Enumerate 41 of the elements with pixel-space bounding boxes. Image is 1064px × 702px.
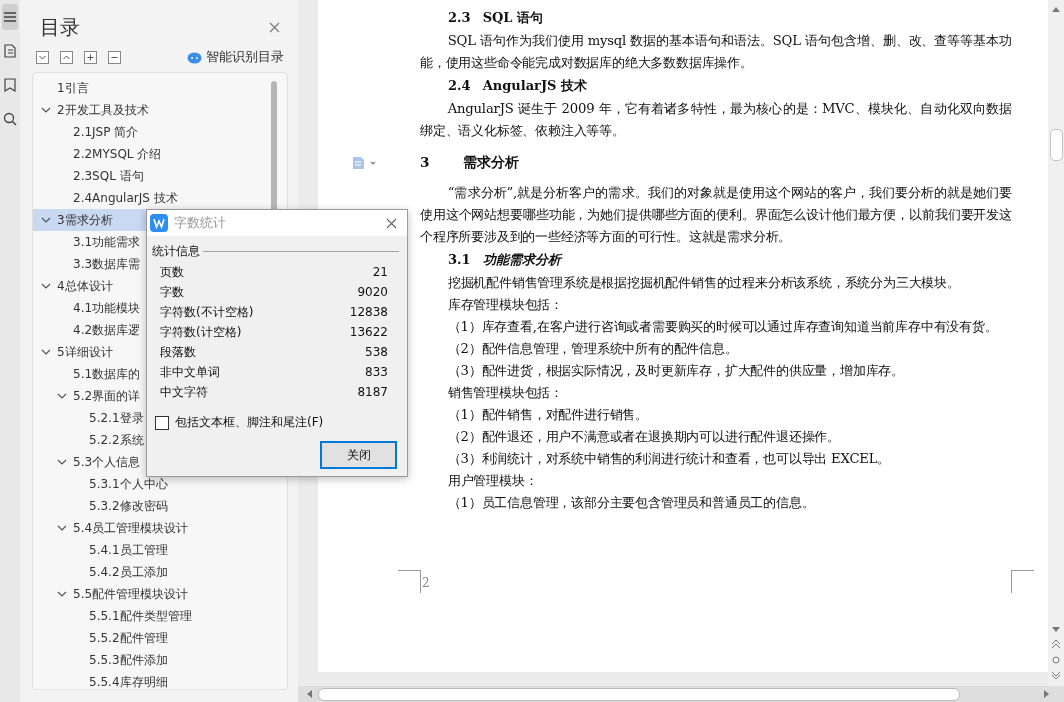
stat-value: 8187 [357,385,388,399]
heading: 功能需求分析 [482,251,561,269]
stat-value: 13622 [349,325,388,339]
paragraph: 挖掘机配件销售管理系统是根据挖掘机配件销售的过程来分析该系统，系统分为三大模块。 [446,274,961,292]
stat-label: 字数 [160,283,184,301]
stat-value: 833 [365,365,388,379]
stat-value: 538 [365,345,388,359]
heading-number: 3.1 [448,251,471,269]
stat-label: 非中文单词 [160,363,220,381]
heading: 需求分析 [463,153,520,172]
paragraph: 库存管理模块包括： [446,296,564,314]
paragraph: SQL 语句作为我们使用 mysql 数据的基本语句和语法。SQL 语句包含增、删、改、查等等基本功能，使用这些命令能完成对数据库的绝大多数数据库操作。 [420,32,1012,72]
paragraph: （2）配件退还，用户不满意或者在退换期内可以进行配件退还操作。 [446,428,841,446]
heading-number: 3 [420,153,430,172]
stat-value: 9020 [357,285,388,299]
stat-value: 12838 [349,305,388,319]
paragraph: （3）配件进货，根据实际情况，及时更新库存，扩大配件的供应量，增加库存。 [446,362,905,380]
heading-number: 2.4 [448,77,471,95]
heading: SQL 语句 [482,9,543,27]
paragraph: 用户管理模块： [446,472,539,490]
paragraph: “需求分析”,就是分析客户的需求。我们的对象就是使用这个网站的客户，我们要分析的就是她们要使用这个网站想要哪些功能，为她们提供哪些方面的便利。界面怎么设计他们最方便，以前我们要开发这个程序所要涉及到的一些经济等方面的可行性。这就是需求分析。 [420,184,1012,246]
dialog-title: 字数统计 [174,214,226,232]
heading: AngularJS 技术 [482,77,587,95]
group-label: 统计信息 [152,242,200,260]
paragraph: （1）配件销售，对配件进行销售。 [446,406,649,424]
paragraph: （1）库存查看,在客户进行咨询或者需要购买的时候可以通过库存查询知道当前库存中有没有货。 [446,318,999,336]
paragraph: （3）利润统计，对系统中销售的利润进行统计和查看，也可以导出 EXCEL。 [446,450,892,468]
paragraph: （2）配件信息管理，管理系统中所有的配件信息。 [446,340,739,358]
heading-number: 2.3 [448,9,471,27]
stat-value: 21 [372,265,388,279]
paragraph: （1）员工信息管理，该部分主要包含管理员和普通员工的信息。 [446,494,816,512]
stat-label: 中文字符 [160,383,208,401]
checkbox-label: 包括文本框、脚注和尾注(F) [175,414,324,431]
page-number: 2 [422,576,430,590]
stat-label: 页数 [160,263,184,281]
paragraph: AngularJS 诞生于 2009 年，它有着诸多特性，最为核心的是：MVC、模块化、自动化双向数据绑定、语义化标签、依赖注入等等。 [420,100,1012,140]
stat-label: 字符数(计空格) [160,323,242,341]
stat-label: 字符数(不计空格) [160,303,254,321]
panel-title: 目录 [40,14,80,41]
stat-label: 段落数 [160,343,196,361]
paragraph: 销售管理模块包括： [446,384,564,402]
